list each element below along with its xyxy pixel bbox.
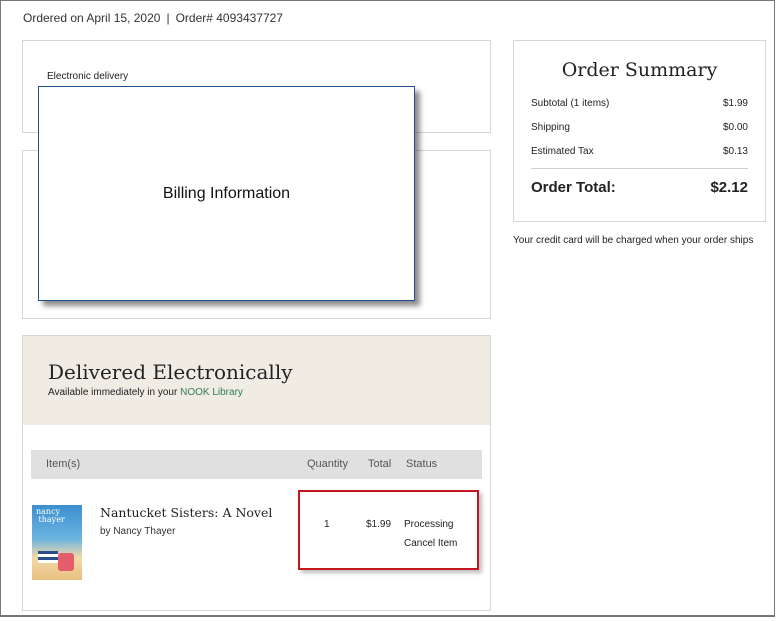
book-cover-image[interactable]: nancy thayer <box>32 505 82 580</box>
billing-information-overlay: Billing Information <box>38 86 415 301</box>
summary-row-shipping: Shipping $0.00 <box>531 122 748 133</box>
tax-label: Estimated Tax <box>531 146 594 157</box>
book-title[interactable]: Nantucket Sisters: A Novel <box>100 505 272 520</box>
item-total: $1.99 <box>366 519 392 530</box>
delivery-method-label: Electronic delivery <box>47 71 129 82</box>
col-quantity: Quantity <box>307 458 348 470</box>
order-meta: Ordered on April 15, 2020 | Order# 4093437… <box>23 11 283 25</box>
summary-row-tax: Estimated Tax $0.13 <box>531 146 748 157</box>
highlighted-item-details <box>298 490 479 570</box>
cancel-item-link[interactable]: Cancel Item <box>404 538 457 549</box>
delivered-electronically-section: Delivered Electronically Available immed… <box>22 335 491 611</box>
item-quantity: 1 <box>324 519 330 530</box>
col-items: Item(s) <box>46 458 81 470</box>
cover-text: nancy thayer <box>36 507 65 524</box>
order-total-label: Order Total: <box>531 179 616 196</box>
summary-row-subtotal: Subtotal (1 items) $1.99 <box>531 98 748 109</box>
subtotal-value: $1.99 <box>722 98 748 109</box>
items-table-header: Item(s) Quantity Total Status <box>31 450 482 479</box>
order-summary-title: Order Summary <box>561 59 718 81</box>
order-date: Ordered on April 15, 2020 <box>23 11 161 25</box>
order-number: Order# 4093437727 <box>175 11 283 25</box>
shipping-value: $0.00 <box>722 122 748 133</box>
shipping-label: Shipping <box>531 122 570 133</box>
section-title: Delivered Electronically <box>48 360 293 384</box>
subtitle-text: Available immediately in your <box>48 387 181 398</box>
col-total: Total <box>368 458 392 470</box>
billing-information-label: Billing Information <box>162 184 291 202</box>
subtotal-label: Subtotal (1 items) <box>531 98 610 109</box>
separator: | <box>166 11 170 25</box>
summary-divider <box>531 168 748 169</box>
order-total-value: $2.12 <box>710 179 748 196</box>
cover-bag <box>58 553 74 571</box>
book-author: by Nancy Thayer <box>100 526 176 537</box>
col-status: Status <box>406 458 438 470</box>
section-subtitle: Available immediately in your NOOK Libra… <box>48 387 243 398</box>
cover-towel <box>38 551 58 563</box>
order-summary-box: Order Summary Subtotal (1 items) $1.99 Sh… <box>513 40 766 222</box>
nook-library-link[interactable]: NOOK Library <box>180 387 243 398</box>
order-total-row: Order Total: $2.12 <box>531 179 748 196</box>
order-details-page: Ordered on April 15, 2020 | Order# 4093437… <box>0 0 775 617</box>
charge-note: Your credit card will be charged when yo… <box>513 235 754 246</box>
item-status: Processing <box>404 519 454 530</box>
tax-value: $0.13 <box>722 146 748 157</box>
